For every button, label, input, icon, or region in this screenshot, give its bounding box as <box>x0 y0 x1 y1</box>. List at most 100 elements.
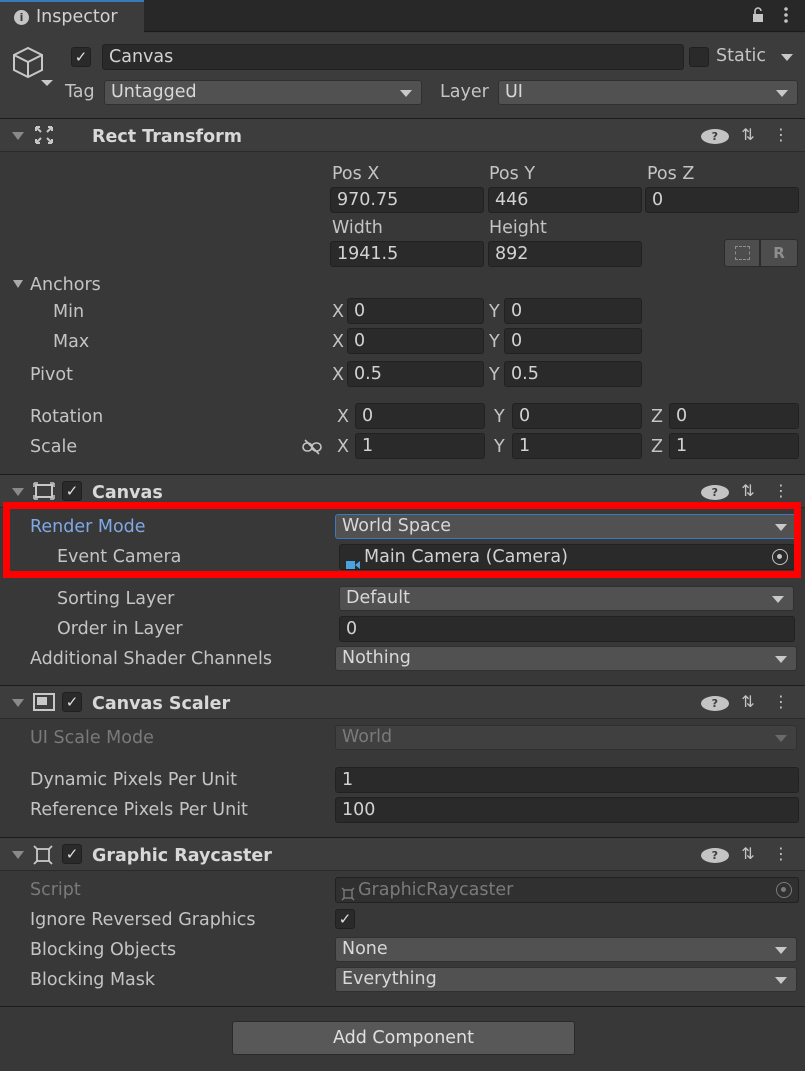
pos-y-field[interactable]: 446 <box>488 187 642 213</box>
reference-pixels-label: Reference Pixels Per Unit <box>30 800 248 820</box>
ignore-reversed-checkbox[interactable]: ✓ <box>335 909 355 929</box>
scale-z-field[interactable]: 1 <box>669 433 799 459</box>
canvas-scaler-header[interactable]: ✓ Canvas Scaler ? ⇅ ⋮ <box>0 685 805 719</box>
pivot-y-axis: Y <box>489 365 500 385</box>
constrain-proportions-icon[interactable] <box>302 439 322 460</box>
dynamic-pixels-field[interactable]: 1 <box>335 767 799 793</box>
shader-channels-dropdown[interactable]: Nothing <box>335 646 797 671</box>
foldout-arrow[interactable] <box>12 699 24 707</box>
preset-icon[interactable]: ⇅ <box>734 692 762 711</box>
graphic-raycaster-header[interactable]: ✓ Graphic Raycaster ? ⇅ ⋮ <box>0 837 805 871</box>
pos-x-field[interactable]: 970.75 <box>330 187 484 213</box>
pos-z-label: Pos Z <box>647 164 695 184</box>
rotation-z-axis: Z <box>651 407 663 427</box>
tab-inspector[interactable]: i Inspector <box>0 0 144 33</box>
raw-edit-button[interactable]: R <box>760 239 798 267</box>
min-y-axis: Y <box>489 302 500 322</box>
footer-divider <box>0 1006 805 1007</box>
rotation-z-field[interactable]: 0 <box>669 403 799 429</box>
gameobject-cube-icon[interactable] <box>10 44 54 88</box>
preset-icon[interactable]: ⇅ <box>734 125 762 144</box>
max-y-field[interactable]: 0 <box>504 328 642 354</box>
context-menu-icon[interactable]: ⋮ <box>767 481 795 500</box>
blocking-mask-label: Blocking Mask <box>30 970 156 990</box>
max-y-axis: Y <box>489 332 500 352</box>
blocking-mask-dropdown[interactable]: Everything <box>335 967 797 992</box>
layer-label: Layer <box>440 82 489 102</box>
foldout-arrow[interactable] <box>12 851 24 859</box>
rotation-y-field[interactable]: 0 <box>512 403 642 429</box>
blueprint-mode-button[interactable] <box>724 239 760 267</box>
static-dropdown-arrow[interactable] <box>781 54 793 61</box>
rect-transform-title: Rect Transform <box>92 127 243 147</box>
gameobject-name-field[interactable]: Canvas <box>102 44 684 70</box>
lock-icon[interactable] <box>752 7 764 23</box>
tab-menu-icon[interactable] <box>784 6 788 24</box>
help-icon[interactable]: ? <box>700 481 729 500</box>
foldout-arrow[interactable] <box>12 132 24 140</box>
reference-pixels-field[interactable]: 100 <box>335 797 799 823</box>
script-field: GraphicRaycaster <box>335 877 799 903</box>
gameobject-active-checkbox[interactable]: ✓ <box>71 47 91 67</box>
pivot-y-field[interactable]: 0.5 <box>504 361 642 387</box>
static-label: Static <box>716 46 767 66</box>
pivot-x-axis: X <box>332 365 344 385</box>
min-y-field[interactable]: 0 <box>504 298 642 324</box>
pivot-label: Pivot <box>30 365 73 385</box>
context-menu-icon[interactable]: ⋮ <box>767 692 795 711</box>
pos-y-label: Pos Y <box>489 164 536 184</box>
ui-scale-mode-dropdown: World <box>335 725 797 750</box>
scale-y-field[interactable]: 1 <box>512 433 642 459</box>
help-icon[interactable]: ? <box>700 844 729 863</box>
width-field[interactable]: 1941.5 <box>330 241 484 267</box>
help-icon[interactable]: ? <box>700 125 729 144</box>
sorting-layer-label: Sorting Layer <box>57 589 175 609</box>
max-x-field[interactable]: 0 <box>347 328 484 354</box>
rotation-label: Rotation <box>30 407 104 427</box>
min-x-field[interactable]: 0 <box>347 298 484 324</box>
context-menu-icon[interactable]: ⋮ <box>767 125 795 144</box>
object-picker-icon <box>776 882 792 898</box>
pos-x-label: Pos X <box>332 164 380 184</box>
canvas-title: Canvas <box>92 483 163 503</box>
max-label: Max <box>53 332 90 352</box>
height-field[interactable]: 892 <box>488 241 642 267</box>
layer-dropdown[interactable]: UI <box>498 80 798 105</box>
sorting-layer-dropdown[interactable]: Default <box>339 586 794 611</box>
canvas-scaler-enabled-checkbox[interactable]: ✓ <box>62 692 82 712</box>
help-icon[interactable]: ? <box>700 692 729 711</box>
graphic-raycaster-enabled-checkbox[interactable]: ✓ <box>62 844 82 864</box>
context-menu-icon[interactable]: ⋮ <box>767 844 795 863</box>
width-label: Width <box>332 218 383 238</box>
order-in-layer-field[interactable]: 0 <box>339 616 795 642</box>
dotted-rect-icon <box>735 246 750 260</box>
shader-channels-label: Additional Shader Channels <box>30 649 272 669</box>
pos-z-field[interactable]: 0 <box>645 187 799 213</box>
add-component-button[interactable]: Add Component <box>232 1021 575 1055</box>
graphic-raycaster-title: Graphic Raycaster <box>92 846 272 866</box>
anchors-label: Anchors <box>30 275 101 295</box>
pivot-x-field[interactable]: 0.5 <box>347 361 484 387</box>
min-x-axis: X <box>332 302 344 322</box>
max-x-axis: X <box>332 332 344 352</box>
canvas-scaler-icon <box>33 693 55 716</box>
preset-icon[interactable]: ⇅ <box>734 844 762 863</box>
canvas-enabled-checkbox[interactable]: ✓ <box>62 481 82 501</box>
rotation-x-field[interactable]: 0 <box>355 403 485 429</box>
anchors-foldout-arrow[interactable] <box>13 280 23 288</box>
tag-dropdown[interactable]: Untagged <box>104 80 422 105</box>
scale-x-field[interactable]: 1 <box>355 433 485 459</box>
foldout-arrow[interactable] <box>12 488 24 496</box>
rect-transform-header[interactable]: Rect Transform ? ⇅ ⋮ <box>0 118 805 152</box>
blocking-objects-dropdown[interactable]: None <box>335 937 797 962</box>
order-in-layer-label: Order in Layer <box>57 619 183 639</box>
blocking-objects-label: Blocking Objects <box>30 940 177 960</box>
script-label: Script <box>30 880 81 900</box>
scale-y-axis: Y <box>494 437 505 457</box>
preset-icon[interactable]: ⇅ <box>734 481 762 500</box>
static-checkbox[interactable] <box>689 47 709 67</box>
highlight-box <box>3 502 801 578</box>
scale-x-axis: X <box>337 437 349 457</box>
rect-transform-icon <box>34 125 54 150</box>
scale-z-axis: Z <box>651 437 663 457</box>
